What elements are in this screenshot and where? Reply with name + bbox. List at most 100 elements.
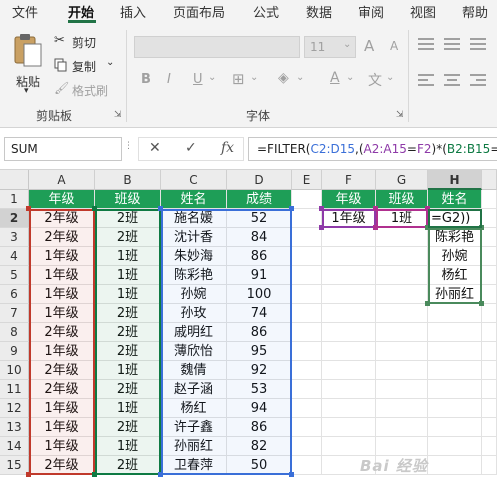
cell-h8[interactable] — [428, 323, 482, 342]
row-header-13[interactable]: 13 — [0, 418, 29, 437]
cell-a13[interactable]: 1年级 — [29, 418, 95, 437]
cell-d12[interactable]: 94 — [227, 399, 292, 418]
cell-d5[interactable]: 91 — [227, 266, 292, 285]
tab-file[interactable]: 文件 — [12, 2, 38, 21]
cell-f6[interactable] — [322, 285, 376, 304]
cell-e15[interactable] — [292, 456, 322, 475]
align-bottom-icon[interactable] — [470, 38, 486, 52]
range-handle[interactable] — [289, 472, 294, 477]
range-handle[interactable] — [425, 225, 430, 230]
cell-e9[interactable] — [292, 342, 322, 361]
range-handle[interactable] — [479, 225, 484, 230]
column-header-b[interactable]: B — [95, 170, 161, 190]
row-header-11[interactable]: 11 — [0, 380, 29, 399]
tab-page-layout[interactable]: 页面布局 — [173, 2, 225, 21]
cell-f2[interactable]: 1年级 — [322, 209, 376, 228]
cell-a7[interactable]: 1年级 — [29, 304, 95, 323]
cell-c10[interactable]: 魏倩 — [161, 361, 227, 380]
cell-i12[interactable] — [482, 399, 497, 418]
tab-review[interactable]: 审阅 — [358, 2, 384, 21]
borders-dropdown-icon[interactable]: ⌄ — [250, 72, 258, 83]
cell-f1[interactable]: 年级 — [322, 190, 376, 209]
cell-g2[interactable]: 1班 — [376, 209, 428, 228]
cell-c9[interactable]: 薄欣怡 — [161, 342, 227, 361]
align-middle-icon[interactable] — [444, 38, 460, 52]
cell-a1[interactable]: 年级 — [29, 190, 95, 209]
range-handle[interactable] — [479, 301, 484, 306]
cell-d15[interactable]: 50 — [227, 456, 292, 475]
cell-h2[interactable]: =G2)) — [428, 209, 482, 228]
cell-a10[interactable]: 2年级 — [29, 361, 95, 380]
cell-d14[interactable]: 82 — [227, 437, 292, 456]
column-header-g[interactable]: G — [376, 170, 428, 190]
cell-d3[interactable]: 84 — [227, 228, 292, 247]
cell-h5[interactable]: 杨红 — [428, 266, 482, 285]
cell-c2[interactable]: 施名媛 — [161, 209, 227, 228]
cell-a11[interactable]: 2年级 — [29, 380, 95, 399]
cell-h1[interactable]: 姓名 — [428, 190, 482, 209]
paste-button[interactable]: 粘贴 ▾ — [10, 32, 46, 96]
cell-f9[interactable] — [322, 342, 376, 361]
name-box-resize-icon[interactable]: ⋮ — [124, 141, 133, 151]
cell-g9[interactable] — [376, 342, 428, 361]
row-header-9[interactable]: 9 — [0, 342, 29, 361]
cell-g11[interactable] — [376, 380, 428, 399]
tab-insert[interactable]: 插入 — [120, 2, 146, 21]
cell-a15[interactable]: 2年级 — [29, 456, 95, 475]
cell-i4[interactable] — [482, 247, 497, 266]
cell-f7[interactable] — [322, 304, 376, 323]
cell-f11[interactable] — [322, 380, 376, 399]
cell-d7[interactable]: 74 — [227, 304, 292, 323]
range-handle[interactable] — [425, 206, 430, 211]
range-handle[interactable] — [158, 206, 163, 211]
range-handle[interactable] — [92, 206, 97, 211]
cell-a12[interactable]: 1年级 — [29, 399, 95, 418]
row-header-4[interactable]: 4 — [0, 247, 29, 266]
cell-f8[interactable] — [322, 323, 376, 342]
cell-a4[interactable]: 1年级 — [29, 247, 95, 266]
select-all-corner[interactable] — [0, 170, 29, 190]
cell-g7[interactable] — [376, 304, 428, 323]
cell-h13[interactable] — [428, 418, 482, 437]
column-header-h[interactable]: H — [428, 170, 482, 190]
cell-c5[interactable]: 陈彩艳 — [161, 266, 227, 285]
font-color-icon[interactable]: A — [330, 70, 340, 86]
cell-e12[interactable] — [292, 399, 322, 418]
copy-button[interactable]: 复制 ⌄ — [54, 56, 122, 74]
cell-e1[interactable] — [292, 190, 322, 209]
underline-button[interactable]: U — [193, 72, 203, 87]
font-color-dropdown-icon[interactable]: ⌄ — [346, 72, 354, 83]
cell-h6[interactable]: 孙丽红 — [428, 285, 482, 304]
column-header-f[interactable]: F — [322, 170, 376, 190]
cell-e5[interactable] — [292, 266, 322, 285]
format-painter-button[interactable]: 🖌 格式刷 — [54, 80, 118, 98]
cell-c7[interactable]: 孙玫 — [161, 304, 227, 323]
cell-d4[interactable]: 86 — [227, 247, 292, 266]
range-handle[interactable] — [373, 225, 378, 230]
range-handle[interactable] — [158, 472, 163, 477]
cell-g13[interactable] — [376, 418, 428, 437]
cell-g4[interactable] — [376, 247, 428, 266]
italic-button[interactable]: I — [167, 72, 171, 87]
cell-e10[interactable] — [292, 361, 322, 380]
cell-f3[interactable] — [322, 228, 376, 247]
cell-a3[interactable]: 2年级 — [29, 228, 95, 247]
cell-b3[interactable]: 2班 — [95, 228, 161, 247]
cell-g6[interactable] — [376, 285, 428, 304]
cell-f14[interactable] — [322, 437, 376, 456]
cell-d1[interactable]: 成绩 — [227, 190, 292, 209]
cell-i6[interactable] — [482, 285, 497, 304]
formula-input[interactable]: =FILTER(C2:D15,(A2:A15=F2)*(B2:B15=G — [248, 137, 497, 161]
cell-e3[interactable] — [292, 228, 322, 247]
cell-f5[interactable] — [322, 266, 376, 285]
cell-e6[interactable] — [292, 285, 322, 304]
fill-color-dropdown-icon[interactable]: ⌄ — [296, 72, 304, 83]
cell-d6[interactable]: 100 — [227, 285, 292, 304]
cell-h3[interactable]: 陈彩艳 — [428, 228, 482, 247]
cell-b13[interactable]: 2班 — [95, 418, 161, 437]
range-handle[interactable] — [425, 301, 430, 306]
cell-c3[interactable]: 沈计香 — [161, 228, 227, 247]
cell-e7[interactable] — [292, 304, 322, 323]
cell-c14[interactable]: 孙丽红 — [161, 437, 227, 456]
cell-c11[interactable]: 赵子涵 — [161, 380, 227, 399]
